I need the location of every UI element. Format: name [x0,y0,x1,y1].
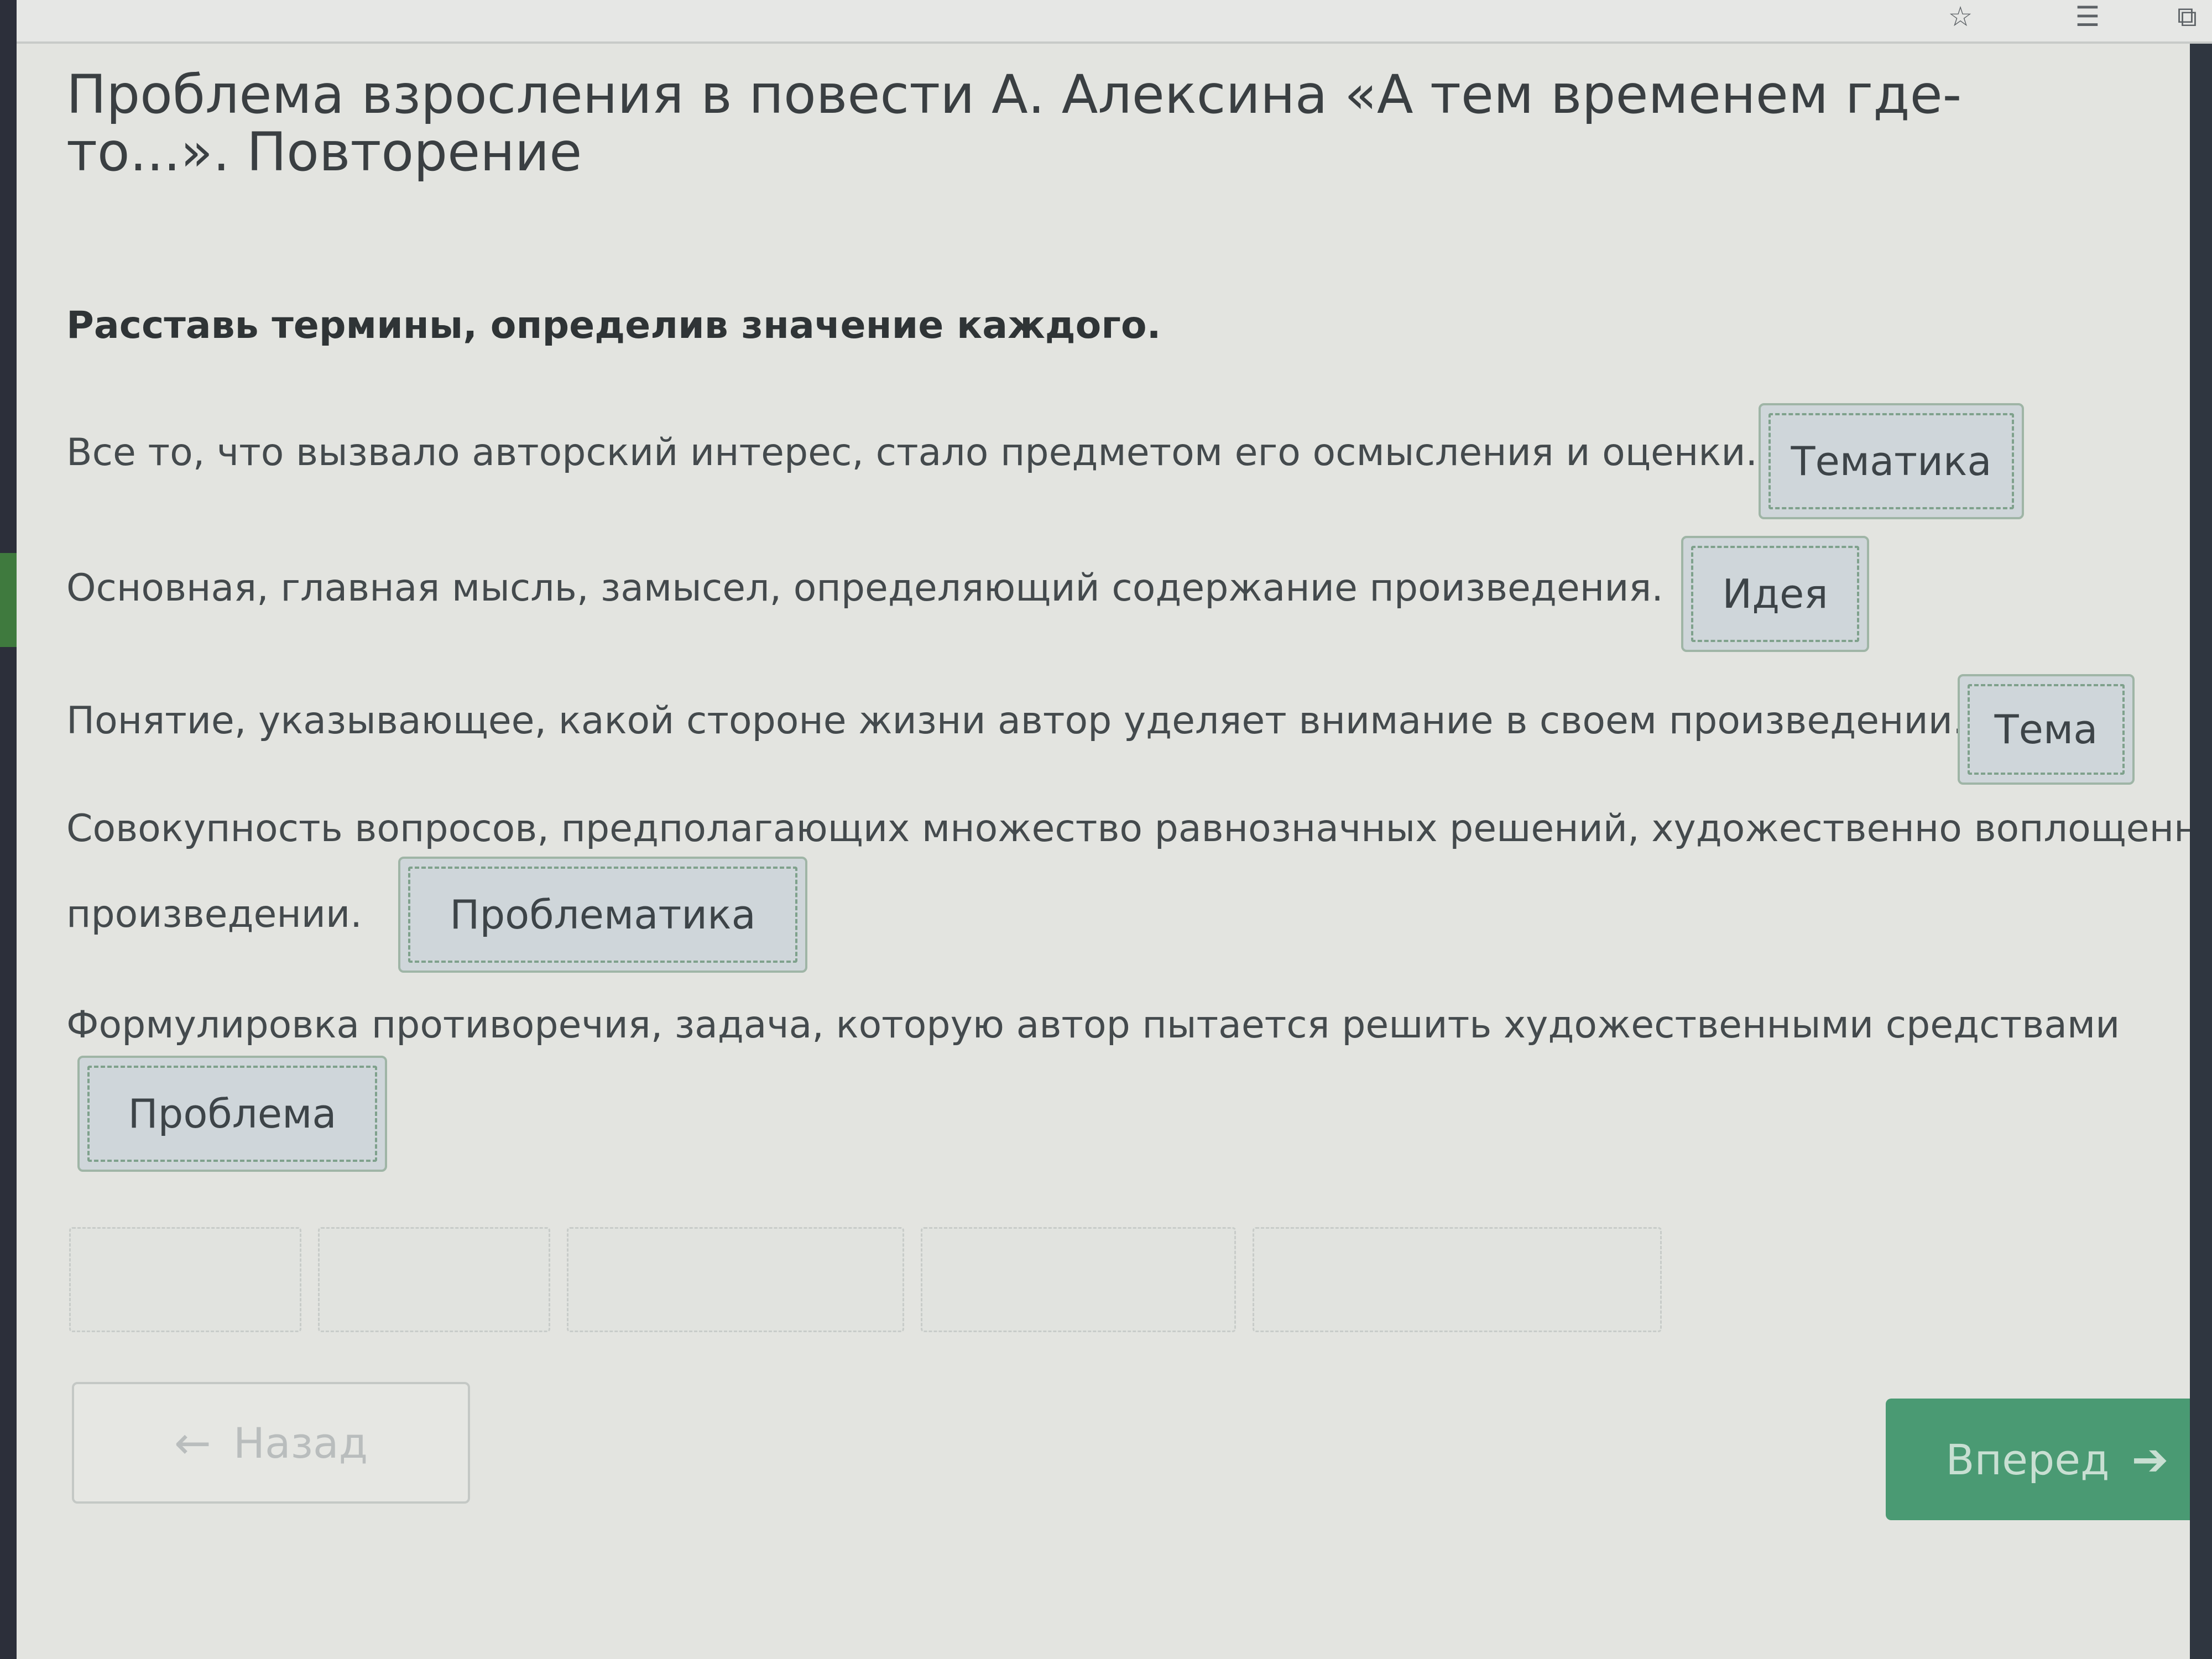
screen: ☆ ☰ ⧉ Проблема взросления в повести А. А… [0,0,2212,1659]
answer-chip-label: Тема [1994,706,2098,753]
answer-chip-label: Тематика [1791,438,1992,484]
definition-5-text: Формулировка противоречия, задача, котор… [66,1003,2120,1047]
empty-term-slot[interactable] [567,1227,904,1332]
answer-chip-label: Проблематика [450,891,756,938]
empty-term-slot[interactable] [1253,1227,1662,1332]
reading-list-icon[interactable]: ☰ [2068,0,2107,33]
definition-4-text-line1: Совокупность вопросов, предполагающих мн… [66,807,2212,851]
definition-4-text-line2: произведении. [66,893,362,936]
left-green-tab [0,553,17,647]
right-edge [2190,44,2212,1659]
definition-1-text: Все то, что вызвало авторский интерес, с… [66,431,1758,474]
empty-term-slot[interactable] [921,1227,1236,1332]
answer-chip-label: Идея [1722,571,1828,617]
collections-icon[interactable]: ⧉ [2168,0,2206,33]
empty-term-slot[interactable] [69,1227,301,1332]
arrow-right-icon: ➔ [2131,1433,2169,1485]
back-button-label: Назад [233,1418,368,1468]
arrow-left-icon: ← [174,1417,211,1469]
browser-toolbar: ☆ ☰ ⧉ [17,0,2212,44]
next-button[interactable]: Вперед ➔ [1886,1399,2212,1520]
left-edge [0,0,17,1659]
page-title: Проблема взросления в повести А. Алексин… [66,64,1962,183]
task-instruction: Расставь термины, определив значение каж… [66,304,1161,347]
empty-term-slot[interactable] [318,1227,550,1332]
favorite-star-icon[interactable]: ☆ [1941,0,1980,33]
definition-3-text: Понятие, указывающее, какой стороне жизн… [66,699,1965,743]
answer-chip-label: Проблема [128,1091,337,1137]
definition-2-text: Основная, главная мысль, замысел, опреде… [66,566,1663,610]
back-button[interactable]: ← Назад [72,1382,470,1504]
next-button-label: Вперед [1945,1434,2110,1484]
answer-chip-tema[interactable]: Тема [1958,674,2135,785]
answer-chip-ideya[interactable]: Идея [1681,536,1869,652]
lesson-page: Проблема взросления в повести А. Алексин… [17,44,2212,1659]
answer-chip-tematika[interactable]: Тематика [1759,403,2024,519]
answer-chip-problematika[interactable]: Проблематика [398,857,807,973]
answer-chip-problema[interactable]: Проблема [77,1056,387,1172]
